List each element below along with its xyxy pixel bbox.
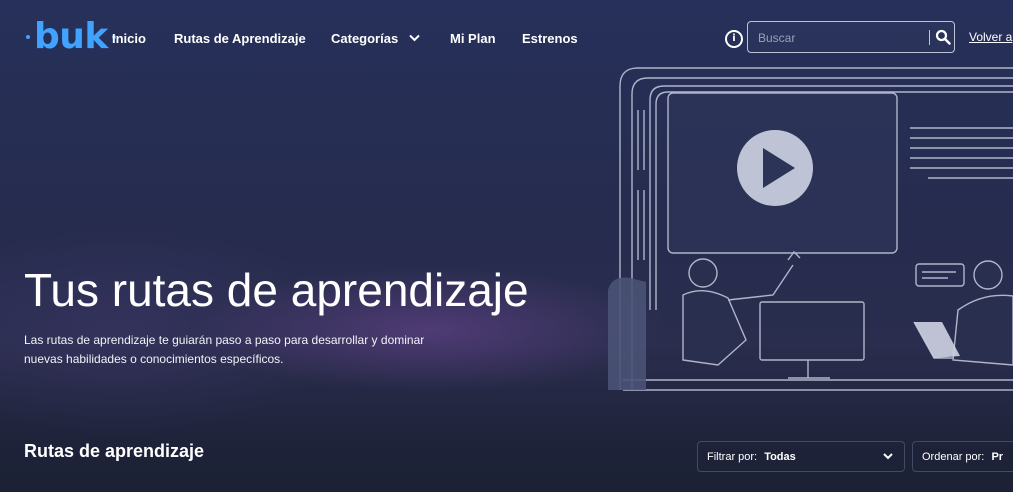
filter-label-wrap: Filtrar por: Todas [707,451,796,463]
search-box [747,21,955,53]
nav-link-estrenos[interactable]: Estrenos [522,31,578,46]
section-title: Rutas de aprendizaje [24,441,205,461]
nav-link-mi-plan[interactable]: Mi Plan [450,31,496,46]
logo-text: buk [34,16,108,57]
filter-label: Filtrar por: [707,451,758,463]
elearning-illustration [608,67,1013,391]
sort-label-wrap: Ordenar por: Pr [922,451,1003,463]
sort-label: Ordenar por: [922,451,985,463]
buk-logo[interactable]: buk [26,18,116,56]
page-title: Tus rutas de aprendizaje [24,264,529,316]
search-divider [929,30,930,45]
nav-link-categorias-label: Categorías [331,31,399,46]
nav-link-rutas[interactable]: Rutas de Aprendizaje [174,31,306,46]
sort-dropdown[interactable]: Ordenar por: Pr [912,441,1013,472]
logo-dot-left [26,35,30,39]
page-description: Las rutas de aprendizaje te guiarán paso… [24,333,425,366]
sort-value: Pr [991,451,1004,463]
info-icon[interactable]: i [725,30,743,48]
filter-dropdown[interactable]: Filtrar por: Todas [697,441,905,472]
search-input[interactable] [756,28,920,48]
nav-link-categorias[interactable]: Categorías [331,31,420,46]
nav-link-inicio[interactable]: Inicio [112,31,146,46]
search-icon[interactable] [935,29,951,45]
filter-value: Todas [764,451,796,463]
chevron-down-icon [409,34,420,42]
chevron-down-icon [883,453,893,460]
back-link[interactable]: Volver a [969,30,1012,44]
